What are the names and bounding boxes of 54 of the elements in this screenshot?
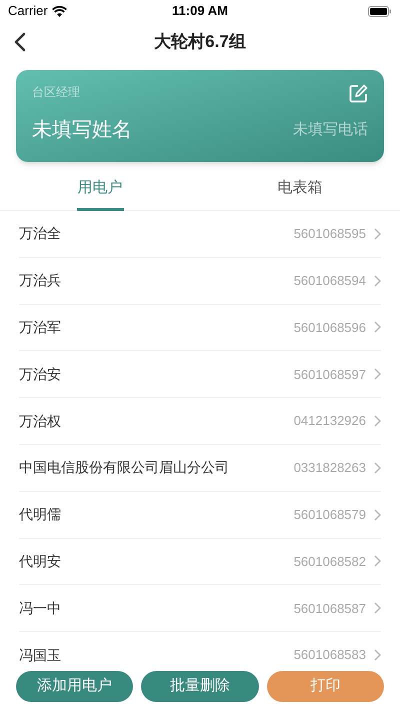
customer-name: 万治权 (19, 412, 61, 431)
tab[interactable]: 电表箱 (276, 165, 324, 211)
chevron-icon (374, 274, 381, 287)
edit-icon (348, 84, 368, 102)
customer-row[interactable]: 代明儒 5601068579 (19, 492, 381, 539)
customer-name: 万治兵 (19, 271, 61, 290)
account-number: 0412132926 (294, 412, 366, 430)
customer-name: 代明安 (19, 552, 61, 571)
account-number: 5601068597 (294, 366, 366, 384)
chevron-icon (374, 555, 381, 568)
account-number: 0331828263 (294, 459, 366, 478)
page-title: 大轮村6.7组 (154, 31, 246, 54)
chevron-icon (374, 602, 381, 614)
account-number: 5601068583 (294, 646, 366, 664)
wifi-icon (52, 6, 67, 16)
customer-row[interactable]: 中国电信股份有限公司眉山分公司 0331828263 (19, 444, 381, 492)
back-icon (14, 32, 26, 52)
customer-name: 冯一中 (19, 598, 61, 618)
carrier-label: Carrier (8, 2, 48, 20)
customer-name: 万治全 (19, 224, 61, 244)
chevron-icon (374, 508, 381, 521)
customer-row[interactable]: 万治兵 5601068594 (19, 258, 381, 305)
chevron-icon (374, 462, 381, 474)
manager-label: 台区经理 (32, 84, 80, 101)
customer-row[interactable]: 万治权 0412132926 (19, 398, 381, 445)
tab[interactable]: 用电户 (76, 165, 124, 211)
action-button[interactable]: 添加用电户 (16, 671, 134, 702)
account-number: 5601068594 (294, 272, 366, 290)
account-number: 5601068579 (294, 506, 366, 524)
account-number: 5601068587 (294, 600, 366, 618)
account-number: 5601068595 (294, 225, 366, 244)
account-number: 5601068582 (294, 552, 366, 571)
action-button[interactable]: 批量删除 (141, 671, 259, 702)
customer-row[interactable]: 万治全 5601068595 (19, 211, 381, 258)
customer-row[interactable]: 冯一中 5601068587 (19, 585, 381, 632)
chevron-icon (374, 228, 381, 240)
chevron-icon (374, 649, 381, 662)
customer-name: 中国电信股份有限公司眉山分公司 (19, 458, 229, 478)
chevron-icon (374, 321, 381, 334)
account-number: 5601068596 (294, 318, 366, 337)
customer-name: 冯国玉 (19, 646, 61, 665)
edit-button[interactable] (348, 83, 368, 103)
clock: 11:09 AM (172, 2, 228, 20)
manager-name: 未填写姓名 (32, 118, 132, 143)
customer-row[interactable]: 代明安 5601068582 (19, 538, 381, 586)
customer-name: 代明儒 (19, 505, 61, 524)
customer-name: 万治安 (19, 364, 61, 384)
customer-name: 万治军 (19, 318, 61, 337)
customer-row[interactable]: 万治军 5601068596 (19, 304, 381, 352)
manager-phone: 未填写电话 (293, 120, 368, 140)
battery-icon (368, 6, 392, 16)
chevron-icon (374, 368, 381, 380)
customer-row[interactable]: 万治安 5601068597 (19, 351, 381, 398)
chevron-icon (374, 415, 381, 428)
